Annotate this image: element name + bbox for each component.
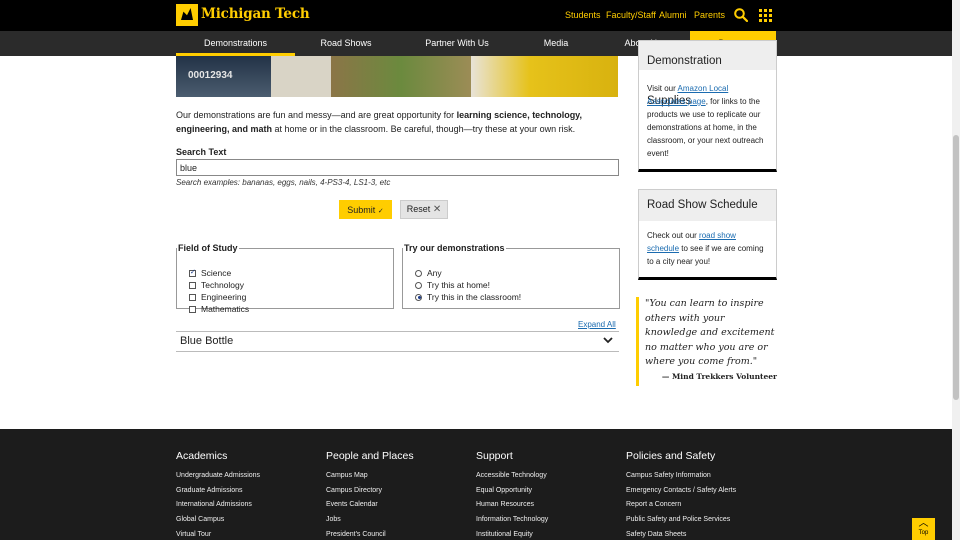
accordion-title[interactable]: Blue Bottle [180,335,233,347]
michigan-tech-logo-icon[interactable] [176,4,198,26]
footer-link[interactable]: Events Calendar [326,500,414,515]
footer-column-academics: Academics Undergraduate Admissions Gradu… [176,450,260,540]
checkbox-unchecked-icon[interactable] [189,305,196,313]
search-icon[interactable] [734,8,748,22]
supplies-text: Visit our Amazon Local Associates page, … [647,84,764,158]
checkbox-technology[interactable]: Technology [189,280,244,290]
intro-text: Our demonstrations are fun and messy—and… [176,110,583,134]
scrollbar-thumb[interactable] [953,135,959,400]
reset-button[interactable]: Reset ✕ [400,200,448,219]
nav-item-partner-with-us[interactable]: Partner With Us [415,31,499,56]
top-link-parents[interactable]: Parents [694,10,725,20]
footer-link[interactable]: Information Technology [476,515,548,530]
nav-item-road-shows[interactable]: Road Shows [305,31,387,56]
footer-link[interactable]: Global Campus [176,515,260,530]
try-demonstrations-fieldset: Try our demonstrations Any Try this at h… [402,243,620,309]
footer-column-people-and-places: People and Places Campus Map Campus Dire… [326,450,414,540]
road-show-schedule-box: Road Show Schedule Check out our road sh… [638,189,777,280]
footer-heading: Academics [176,450,228,462]
search-input[interactable] [176,159,619,176]
footer-link[interactable]: Emergency Contacts / Safety Alerts [626,486,736,501]
radio-unselected-icon[interactable] [415,281,422,289]
close-icon: ✕ [432,204,442,215]
checkbox-mathematics[interactable]: Mathematics [189,304,249,314]
footer-link[interactable]: Safety Data Sheets [626,530,736,540]
apps-grid-icon[interactable] [759,9,772,22]
back-to-top-button[interactable]: ︿ Top [912,518,935,540]
checkbox-unchecked-icon[interactable] [189,281,196,289]
checkbox-checked-icon[interactable] [189,268,196,277]
footer-link[interactable]: International Admissions [176,500,260,515]
footer-link[interactable]: Equal Opportunity [476,486,548,501]
supplies-title: Demonstration Supplies [639,41,776,107]
check-icon: ✓ [377,207,384,215]
top-header: Michigan Tech Students Faculty/Staff Alu… [0,0,952,31]
main-nav: Demonstrations Road Shows Partner With U… [0,31,952,56]
radio-try-at-home[interactable]: Try this at home! [415,280,490,290]
expand-all-link[interactable]: Expand All [578,320,616,329]
top-link-students[interactable]: Students [565,10,601,20]
nav-item-demonstrations[interactable]: Demonstrations [176,31,295,56]
footer-link[interactable]: Human Resources [476,500,548,515]
hero-photo-text: 00012934 [188,70,233,81]
checkbox-unchecked-icon[interactable] [189,293,196,301]
chevron-up-icon: ︿ [918,518,929,529]
footer-link[interactable]: President's Council [326,530,414,540]
footer-link[interactable]: Campus Directory [326,486,414,501]
radio-any[interactable]: Any [415,268,442,278]
footer-link[interactable]: Campus Safety Information [626,471,736,486]
footer-link[interactable]: Undergraduate Admissions [176,471,260,486]
try-demonstrations-legend: Try our demonstrations [404,243,505,253]
footer-link[interactable]: Campus Map [326,471,414,486]
footer-link[interactable]: Public Safety and Police Services [626,515,736,530]
top-link-faculty-staff[interactable]: Faculty/Staff [606,10,656,20]
checkbox-engineering[interactable]: Engineering [189,292,246,302]
testimonial-quote: "You can learn to inspire others with yo… [636,297,777,386]
footer-column-support: Support Accessible Technology Equal Oppo… [476,450,548,540]
footer-link[interactable]: Report a Concern [626,500,736,515]
checkbox-science[interactable]: Science [189,268,231,278]
radio-selected-icon[interactable] [415,293,422,301]
brand-name[interactable]: Michigan Tech [201,6,310,22]
radio-unselected-icon[interactable] [415,269,422,277]
top-link-alumni[interactable]: Alumni [659,10,687,20]
field-of-study-legend: Field of Study [178,243,238,253]
footer-heading: People and Places [326,450,414,462]
hero-image: 00012934 [176,56,618,97]
page: Michigan Tech Students Faculty/Staff Alu… [0,0,960,540]
schedule-text: Check out our road show schedule to see … [647,231,764,266]
search-text-label: Search Text [176,147,227,157]
footer-heading: Policies and Safety [626,450,716,462]
nav-item-media[interactable]: Media [530,31,582,56]
footer-link[interactable]: Graduate Admissions [176,486,260,501]
accordion-item[interactable]: Blue Bottle [176,331,619,352]
quote-attribution: — Mind Trekkers Volunteer [661,372,777,381]
footer-link[interactable]: Institutional Equity [476,530,548,540]
demonstration-supplies-box: Demonstration Supplies Visit our Amazon … [638,40,777,172]
footer-column-policies-and-safety: Policies and Safety Campus Safety Inform… [626,450,736,540]
search-hint: Search examples: bananas, eggs, nails, 4… [176,178,391,187]
field-of-study-fieldset: Field of Study Science Technology Engine… [176,243,394,314]
submit-button[interactable]: Submit ✓ [339,200,392,219]
schedule-title: Road Show Schedule [639,190,776,221]
chevron-down-icon[interactable] [602,334,614,346]
page-scrollbar[interactable] [952,0,960,540]
footer-link[interactable]: Virtual Tour [176,530,260,540]
radio-try-in-classroom[interactable]: Try this in the classroom! [415,292,521,302]
footer-link[interactable]: Jobs [326,515,414,530]
footer-heading: Support [476,450,513,462]
quote-text: "You can learn to inspire others with yo… [645,298,775,367]
footer-link[interactable]: Accessible Technology [476,471,548,486]
